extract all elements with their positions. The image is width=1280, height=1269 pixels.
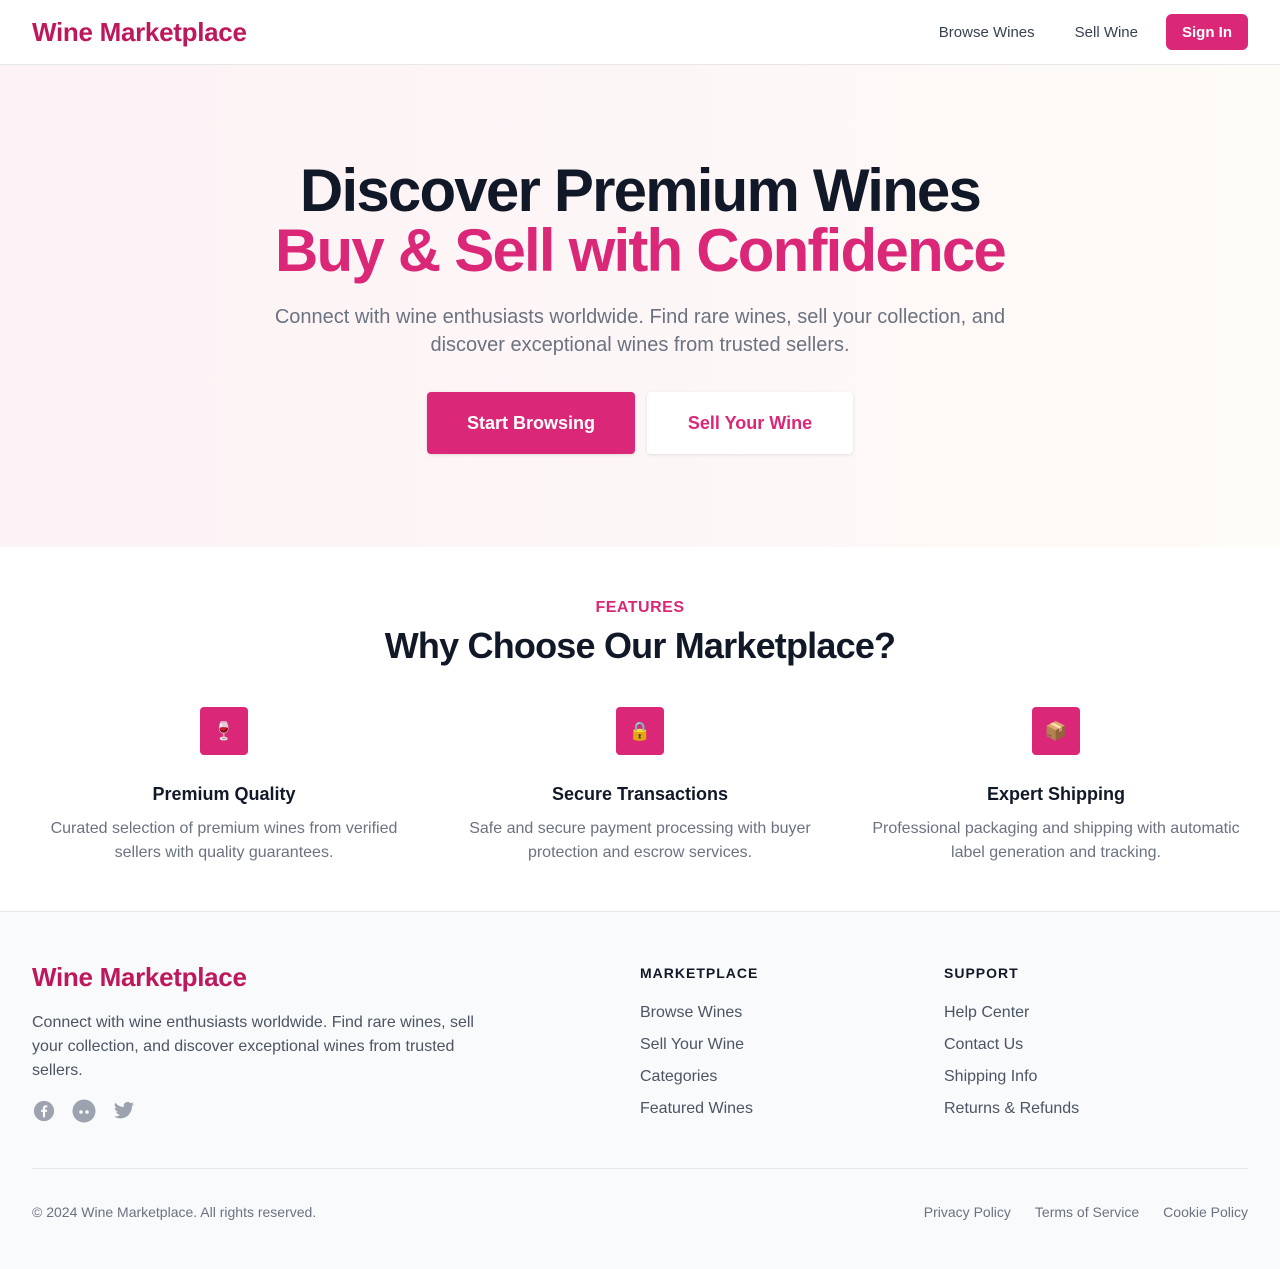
footer-links: Help Center Contact Us Shipping Info Ret… [944,1003,1248,1131]
main-nav: Browse Wines Sell Wine Sign In [939,14,1248,50]
nav-browse-wines[interactable]: Browse Wines [939,24,1035,41]
hero-section: Discover Premium Wines Buy & Sell with C… [0,65,1280,547]
hero-title: Discover Premium Wines Buy & Sell with C… [0,161,1280,281]
privacy-policy-link[interactable]: Privacy Policy [924,1204,1011,1220]
footer-bottom: © 2024 Wine Marketplace. All rights rese… [32,1168,1248,1254]
hero-subtitle: Connect with wine enthusiasts worldwide.… [274,306,1006,356]
sell-your-wine-button[interactable]: Sell Your Wine [647,392,853,454]
terms-of-service-link[interactable]: Terms of Service [1035,1204,1139,1220]
start-browsing-button[interactable]: Start Browsing [427,392,635,454]
site-footer: Wine Marketplace Connect with wine enthu… [0,911,1280,1269]
footer-description: Connect with wine enthusiasts worldwide.… [32,1014,474,1079]
footer-link-shipping-info[interactable]: Shipping Info [944,1067,1248,1099]
feature-card: 🍷 Premium Quality Curated selection of p… [32,707,416,865]
footer-link-categories[interactable]: Categories [640,1067,944,1099]
copyright: © 2024 Wine Marketplace. All rights rese… [32,1203,317,1220]
feature-card: 🔒 Secure Transactions Safe and secure pa… [448,707,832,865]
feature-title: Secure Transactions [551,784,729,804]
hero-title-line1: Discover Premium Wines [299,157,982,224]
footer-link-help-center[interactable]: Help Center [944,1003,1248,1035]
features-eyebrow: FEATURES [595,599,685,616]
social-links [32,1099,640,1123]
nav-sell-wine[interactable]: Sell Wine [1075,24,1138,41]
footer-link-sell-your-wine[interactable]: Sell Your Wine [640,1035,944,1067]
footer-link-contact-us[interactable]: Contact Us [944,1035,1248,1067]
footer-links: Browse Wines Sell Your Wine Categories F… [640,1003,944,1131]
footer-column-title: MARKETPLACE [640,965,759,981]
footer-link-browse-wines[interactable]: Browse Wines [640,1003,944,1035]
features-title: Why Choose Our Marketplace? [384,625,896,666]
facebook-icon[interactable] [32,1099,56,1123]
footer-brand[interactable]: Wine Marketplace [32,962,640,993]
feature-title: Premium Quality [152,784,296,804]
feature-card: 📦 Expert Shipping Professional packaging… [864,707,1248,865]
footer-link-featured-wines[interactable]: Featured Wines [640,1099,944,1131]
footer-column-title: SUPPORT [944,965,1019,981]
features-section: FEATURES Why Choose Our Marketplace? 🍷 P… [0,547,1280,911]
footer-column-marketplace: MARKETPLACE Browse Wines Sell Your Wine … [640,962,944,1168]
wine-glass-icon: 🍷 [200,707,248,755]
brand-logo[interactable]: Wine Marketplace [32,17,247,48]
cookie-policy-link[interactable]: Cookie Policy [1163,1204,1248,1220]
feature-description: Curated selection of premium wines from … [50,820,398,861]
twitter-icon[interactable] [112,1099,136,1123]
feature-grid: 🍷 Premium Quality Curated selection of p… [0,707,1280,865]
community-icon[interactable] [72,1099,96,1123]
legal-links: Privacy Policy Terms of Service Cookie P… [900,1204,1248,1220]
footer-brand-column: Wine Marketplace Connect with wine enthu… [32,962,640,1168]
feature-description: Professional packaging and shipping with… [872,820,1240,861]
footer-top: Wine Marketplace Connect with wine enthu… [32,962,1248,1168]
footer-column-support: SUPPORT Help Center Contact Us Shipping … [944,962,1248,1168]
hero-title-line2: Buy & Sell with Confidence [275,217,1007,284]
lock-icon: 🔒 [616,707,664,755]
package-icon: 📦 [1032,707,1080,755]
footer-link-returns-refunds[interactable]: Returns & Refunds [944,1099,1248,1131]
site-header: Wine Marketplace Browse Wines Sell Wine … [0,0,1280,65]
hero-actions: Start Browsing Sell Your Wine [0,392,1280,454]
sign-in-button[interactable]: Sign In [1166,14,1248,50]
feature-title: Expert Shipping [986,784,1125,804]
feature-description: Safe and secure payment processing with … [469,820,811,861]
